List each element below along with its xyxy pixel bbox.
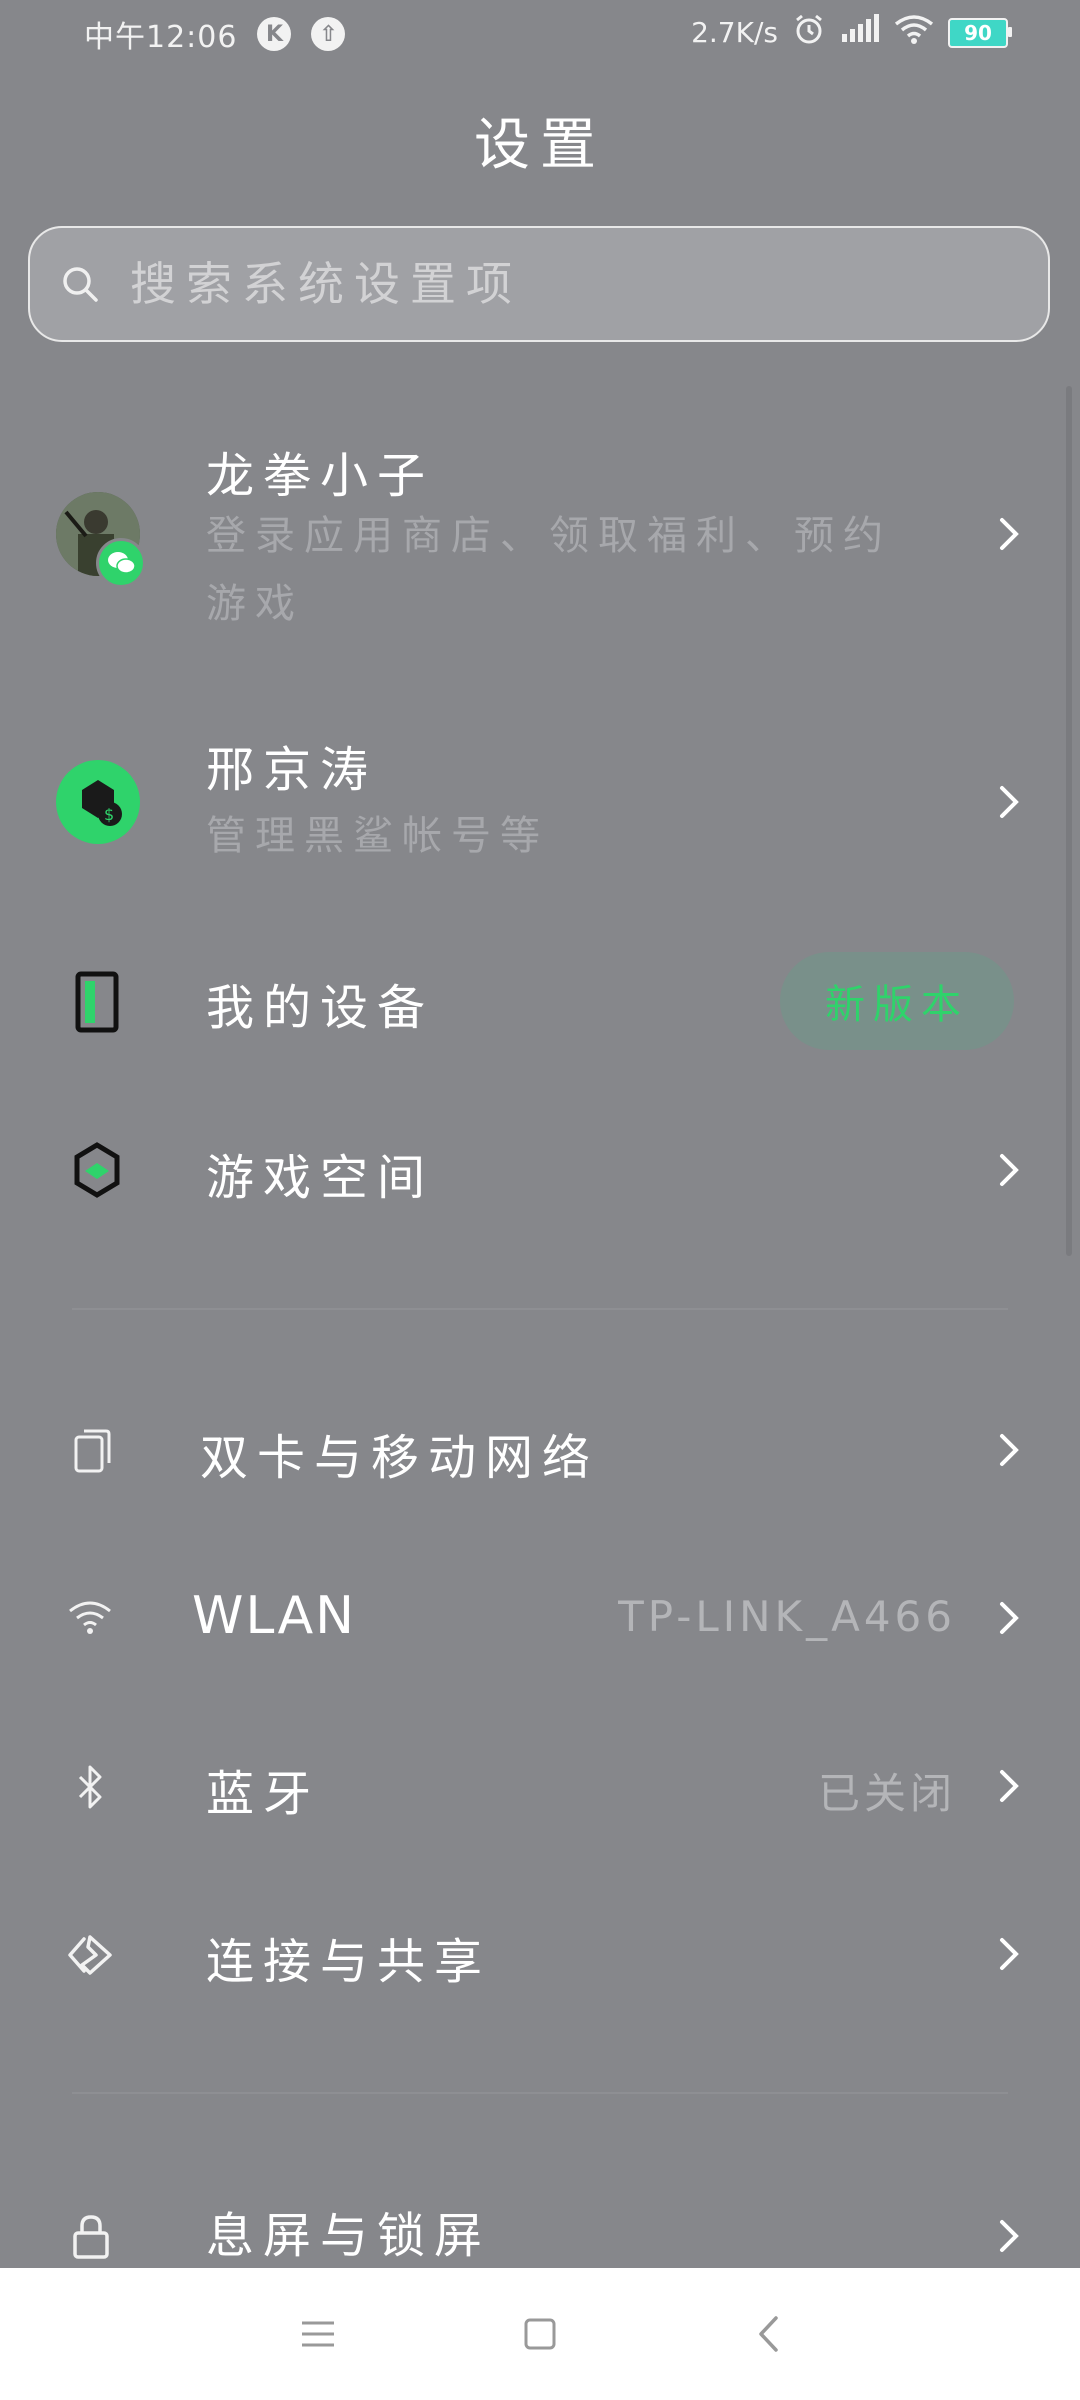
wlan-title: WLAN [192,1586,357,1646]
wifi-icon [894,14,934,51]
lock-icon [70,2212,112,2262]
chevron-right-icon [1000,1434,1019,1466]
chevron-right-icon [1000,1770,1019,1802]
device-icon [72,970,122,1034]
status-right: 2.7K/s 90 [691,12,1012,53]
chevron-right-icon [1000,1602,1019,1634]
lock-screen-row[interactable]: 息屏与锁屏 [0,2172,1080,2268]
my-device-row[interactable]: 我的设备 新版本 [0,940,1080,1060]
connection-sharing-row[interactable]: 连接与共享 [0,1894,1080,2014]
new-version-badge[interactable]: 新版本 [780,952,1014,1050]
status-time: 中午12:06 [84,20,238,55]
lock-screen-title: 息屏与锁屏 [206,2208,492,2264]
connection-icon [66,1930,120,1980]
svg-text:$: $ [104,805,114,824]
chevron-right-icon [1000,518,1019,550]
net-speed: 2.7K/s [691,16,778,49]
k-app-icon: K [257,17,292,51]
divider [72,1308,1008,1310]
back-nav-icon[interactable] [746,2312,790,2356]
account-row-primary[interactable]: 龙拳小子 登录应用商店、领取福利、预约游戏 [0,420,1080,640]
status-left: 中午12:06 K ⇧ [84,12,346,56]
signal-icon [840,14,880,51]
account-name: 龙拳小子 [206,448,435,504]
status-bar: 中午12:06 K ⇧ 2.7K/s 90 [0,0,1080,64]
sim-card-icon [72,1426,112,1476]
account-row-blackshark[interactable]: $ 邢京涛 管理黑鲨帐号等 [0,720,1080,890]
chevron-right-icon [1000,1938,1019,1970]
search-bar[interactable] [28,226,1050,342]
device-title: 我的设备 [206,980,435,1036]
account-subtitle: 登录应用商店、领取福利、预约游戏 [206,513,892,627]
wechat-icon [96,538,146,588]
chevron-right-icon [1000,786,1019,818]
blackshark-subtitle: 管理黑鲨帐号等 [206,813,549,859]
search-icon [58,262,102,306]
connection-title: 连接与共享 [206,1934,492,1990]
upload-app-icon: ⇧ [311,17,346,51]
menu-nav-icon[interactable] [296,2312,340,2356]
blackshark-name: 邢京涛 [206,742,378,798]
navigation-bar [0,2268,1080,2400]
home-nav-icon[interactable] [518,2312,562,2356]
wlan-value: TP-LINK_A466 [618,1592,956,1641]
bluetooth-title: 蓝牙 [206,1766,321,1822]
chevron-right-icon [1000,2220,1019,2252]
chevron-right-icon [1000,1154,1019,1186]
sim-network-title: 双卡与移动网络 [200,1430,600,1486]
page-title: 设置 [474,113,606,178]
game-space-icon [70,1140,124,1200]
bluetooth-icon [70,1762,110,1812]
wifi-icon [66,1596,114,1638]
divider [72,2092,1008,2094]
game-space-title: 游戏空间 [206,1150,435,1206]
alarm-icon [792,12,826,53]
search-input[interactable] [128,227,1048,341]
bluetooth-row[interactable]: 蓝牙 已关闭 [0,1726,1080,1846]
wlan-row[interactable]: WLAN TP-LINK_A466 [0,1558,1080,1678]
sim-network-row[interactable]: 双卡与移动网络 [0,1390,1080,1510]
battery-icon: 90 [948,17,1012,48]
blackshark-icon: $ [56,760,140,844]
game-space-row[interactable]: 游戏空间 [0,1110,1080,1230]
bluetooth-status: 已关闭 [817,1769,956,1818]
scrollbar[interactable] [1066,386,1072,1256]
